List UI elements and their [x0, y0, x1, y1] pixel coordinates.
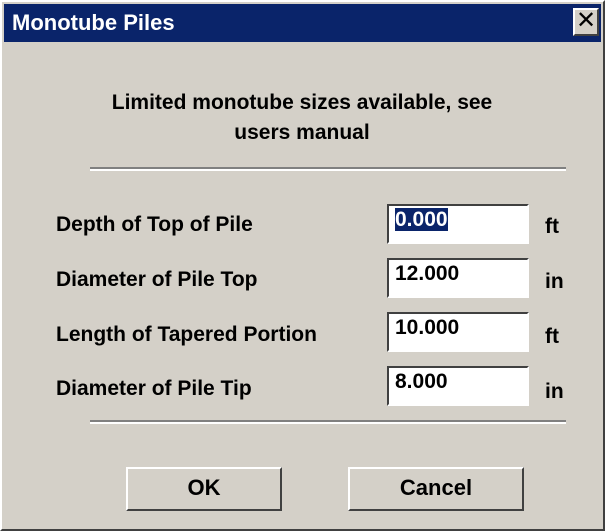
title-bar: Monotube Piles ✕: [4, 4, 601, 42]
unit-depth-of-top-of-pile: ft: [545, 215, 559, 238]
diameter-of-pile-tip-input[interactable]: 8.000: [387, 366, 529, 406]
unit-length-of-tapered-portion: ft: [545, 325, 559, 348]
window-title: Monotube Piles: [12, 10, 175, 35]
length-of-tapered-portion-value: 10.000: [395, 316, 460, 339]
close-button[interactable]: ✕: [573, 8, 599, 36]
monotube-piles-dialog: Monotube Piles ✕ Limited monotube sizes …: [0, 0, 605, 531]
diameter-of-pile-top-input[interactable]: 12.000: [387, 258, 529, 298]
top-divider: [90, 167, 566, 171]
label-length-of-tapered-portion: Length of Tapered Portion: [56, 323, 317, 346]
close-icon: ✕: [575, 7, 597, 34]
length-of-tapered-portion-input[interactable]: 10.000: [387, 312, 529, 352]
ok-button[interactable]: OK: [126, 467, 282, 511]
label-diameter-of-pile-tip: Diameter of Pile Tip: [56, 377, 252, 400]
info-message-line-2: users manual: [234, 121, 370, 144]
info-message-line-1: Limited monotube sizes available, see: [111, 91, 493, 114]
depth-of-top-of-pile-input[interactable]: 0.000: [387, 204, 529, 244]
unit-diameter-of-pile-tip: in: [545, 380, 564, 403]
diameter-of-pile-top-value: 12.000: [395, 262, 460, 285]
depth-of-top-of-pile-value: 0.000: [395, 208, 448, 231]
cancel-button[interactable]: Cancel: [348, 467, 524, 511]
label-diameter-of-pile-top: Diameter of Pile Top: [56, 268, 258, 291]
label-depth-of-top-of-pile: Depth of Top of Pile: [56, 213, 253, 236]
diameter-of-pile-tip-value: 8.000: [395, 370, 448, 393]
unit-diameter-of-pile-top: in: [545, 270, 564, 293]
bottom-divider: [90, 420, 566, 424]
info-message: Limited monotube sizes available, see us…: [62, 88, 542, 148]
